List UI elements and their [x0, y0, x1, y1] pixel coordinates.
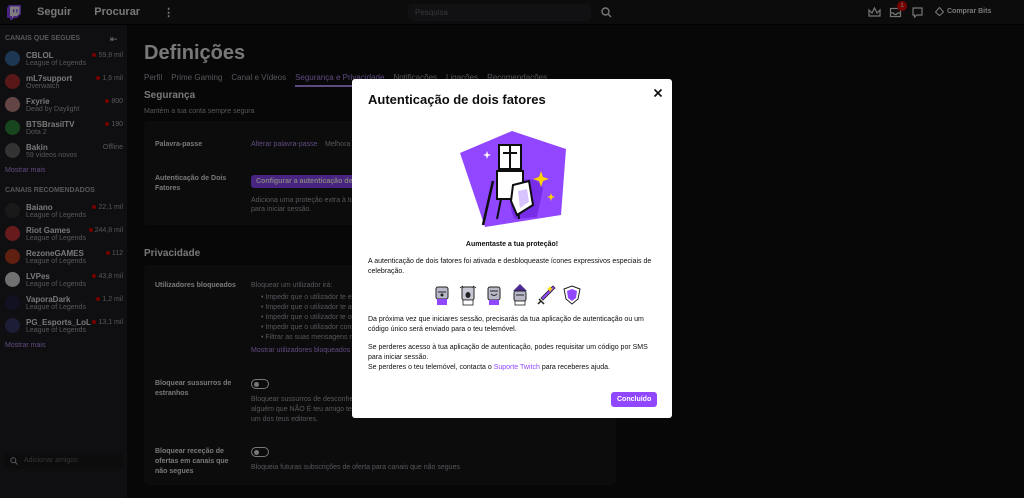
knight-wizard-emote-icon: [513, 284, 527, 306]
close-icon[interactable]: [652, 87, 664, 99]
knight-surprised-emote-icon: [435, 286, 449, 305]
dialog-paragraph-1: A autenticação de dois fatores foi ativa…: [368, 258, 652, 275]
support-text-post: para receberes ajuda.: [539, 364, 610, 371]
knight-scream-emote-icon: [459, 285, 477, 306]
celebration-emotes: [432, 284, 582, 306]
sword-emote-icon: [537, 285, 556, 305]
dialog-title: Autenticação de dois fatores: [368, 92, 546, 107]
dialog-paragraph-2: Da próxima vez que iniciares sessão, pre…: [368, 316, 644, 333]
dialog-headline: Aumentaste a tua proteção!: [465, 241, 559, 248]
knight-shield-illustration: [460, 131, 566, 227]
support-text-pre: Se perderes o teu telemóvel, contacta o: [368, 364, 494, 371]
shield-emote-icon: [563, 285, 581, 305]
knight-happy-emote-icon: [487, 286, 501, 305]
twitch-support-link[interactable]: Suporte Twitch: [494, 364, 540, 371]
two-factor-success-dialog: Autenticação de dois fatores Aumentaste …: [352, 79, 672, 418]
done-button[interactable]: Concluído: [611, 392, 658, 407]
dialog-paragraph-3: Se perderes acesso à tua aplicação de au…: [368, 344, 648, 361]
dialog-paragraph-4: Se perderes o teu telemóvel, contacta o …: [368, 363, 658, 373]
